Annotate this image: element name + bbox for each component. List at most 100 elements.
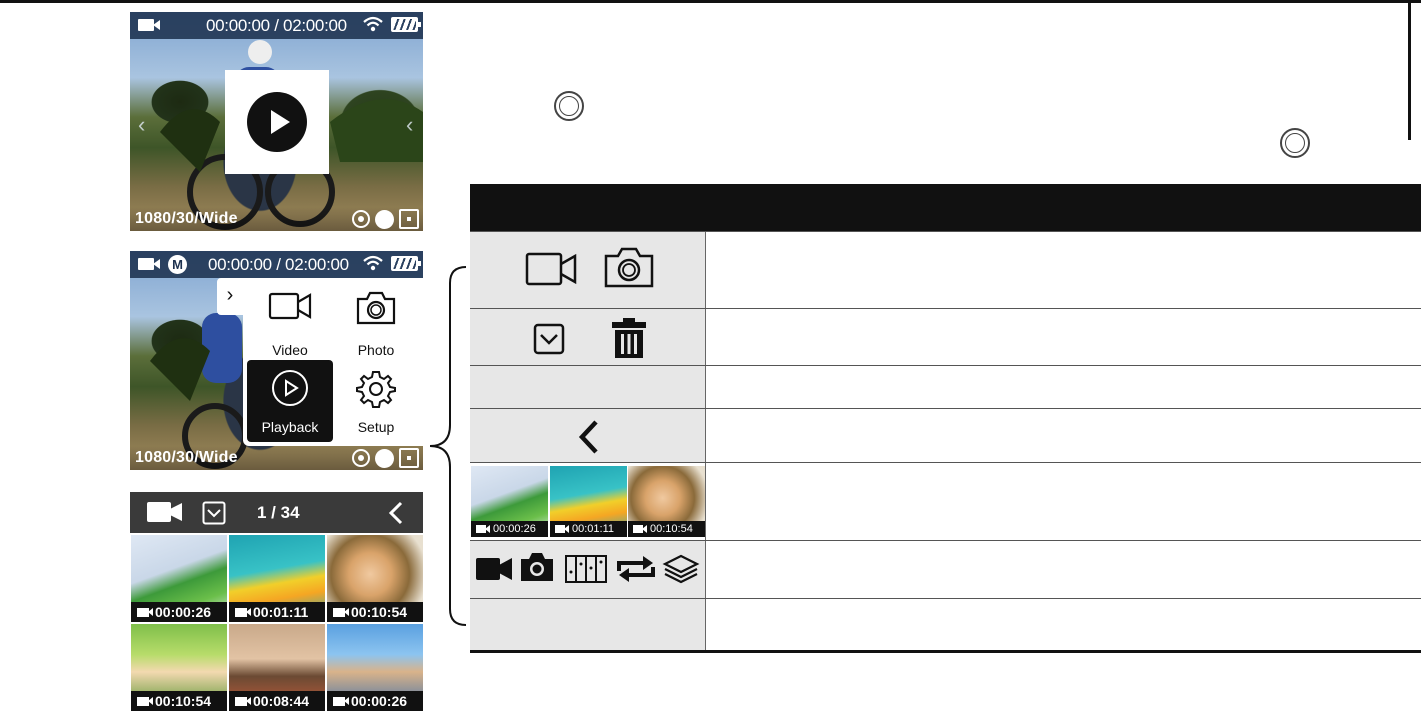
play-icon: [247, 92, 307, 152]
table-description: [706, 366, 1421, 409]
mode-menu: Video Photo Playback Setup: [243, 278, 423, 446]
layers-icon: [662, 554, 700, 584]
dial-button-marker-icon: [1280, 128, 1310, 158]
thumbnail-duration: 00:08:44: [229, 691, 325, 711]
menu-item-label: Setup: [357, 419, 395, 435]
video-filter-icon[interactable]: [146, 500, 184, 524]
table-description: [706, 599, 1421, 651]
menu-item-label: Video: [272, 342, 308, 358]
menu-item-playback[interactable]: Playback: [247, 360, 333, 442]
menu-item-photo[interactable]: Photo: [333, 283, 419, 365]
gallery-thumbnail[interactable]: 00:10:54: [327, 535, 423, 622]
table-row: 00:00:26 00:01:11 00:10:54: [470, 462, 1421, 541]
photo-filled-icon: [521, 553, 553, 581]
back-chevron-icon[interactable]: [388, 501, 404, 525]
video-settings-label: 1080/30/Wide: [135, 210, 238, 227]
metering-icon[interactable]: [375, 448, 394, 468]
gallery-thumbnail[interactable]: 00:00:26: [327, 624, 423, 711]
video-mode-icon: [138, 258, 160, 270]
side-rule: [1408, 0, 1411, 140]
battery-icon: [391, 17, 421, 32]
gear-icon: [356, 371, 396, 408]
table-bottom-rule: [470, 650, 1421, 653]
gallery-thumbnail[interactable]: 00:08:44: [229, 624, 325, 711]
table-row: [470, 231, 1421, 309]
info-bar: 1080/30/Wide: [130, 446, 423, 470]
table-icon-cell: [470, 599, 706, 651]
loop-icon: [617, 556, 655, 582]
thumbnail-duration: 00:00:26: [327, 691, 423, 711]
thumbnail-duration: 00:00:26: [131, 602, 227, 622]
status-bar: M 00:00:00 / 02:00:00: [130, 251, 423, 278]
table-icon-cell: [470, 309, 706, 366]
file-counter: 1 / 34: [257, 503, 300, 522]
table-header: [470, 184, 1421, 231]
table-row: [470, 408, 1421, 463]
video-icon: [268, 292, 312, 320]
table-description: [706, 541, 1421, 599]
sample-thumbnail: 00:01:11: [550, 466, 627, 537]
table-icon-cell: [470, 541, 706, 599]
zoom-icon[interactable]: [352, 449, 370, 467]
status-bar: 00:00:00 / 02:00:00: [130, 12, 423, 39]
gallery-thumbnail[interactable]: 00:10:54: [131, 624, 227, 711]
camera-screen-playback-preview: 00:00:00 / 02:00:00 ‹ ‹ 1080/30/Wide: [130, 12, 423, 231]
zoom-icon[interactable]: [352, 210, 370, 228]
info-bar: 1080/30/Wide: [130, 207, 423, 231]
prev-chevron-icon[interactable]: ‹: [138, 112, 145, 138]
thumbnail-duration: 00:01:11: [550, 521, 627, 537]
burst-icon: [565, 555, 607, 583]
wifi-icon: [363, 255, 383, 271]
focus-frame-icon[interactable]: [399, 448, 419, 468]
menu-collapse-tab[interactable]: ›: [217, 278, 243, 315]
thumbnail-duration: 00:00:26: [471, 521, 548, 537]
menu-item-video[interactable]: Video: [247, 283, 333, 365]
camera-screen-mode-menu: M 00:00:00 / 02:00:00 › Video Photo Play…: [130, 251, 423, 470]
trash-icon: [612, 318, 646, 358]
table-description: [706, 463, 1421, 541]
thumbnail-duration: 00:01:11: [229, 602, 325, 622]
top-rule: [0, 0, 1421, 3]
menu-item-setup[interactable]: Setup: [333, 360, 419, 442]
thumbnail-duration: 00:10:54: [628, 521, 705, 537]
select-checkbox-icon: [533, 323, 565, 355]
video-settings-label: 1080/30/Wide: [135, 449, 238, 466]
table-row: [470, 598, 1421, 651]
table-row: [470, 540, 1421, 599]
sample-thumbnail: 00:00:26: [471, 466, 548, 537]
video-outline-icon: [525, 252, 577, 286]
wifi-icon: [363, 16, 383, 32]
gallery-toolbar: 1 / 34: [130, 492, 423, 533]
dial-button-marker-icon: [554, 91, 584, 121]
recording-time: 00:00:00 / 02:00:00: [208, 255, 349, 274]
menu-item-label: Photo: [357, 342, 395, 358]
focus-frame-icon[interactable]: [399, 209, 419, 229]
manual-mode-badge: M: [168, 255, 187, 274]
table-description: [706, 309, 1421, 366]
table-icon-cell: [470, 232, 706, 309]
select-checkbox-icon[interactable]: [202, 501, 226, 525]
play-button[interactable]: [225, 70, 329, 174]
table-description: [706, 232, 1421, 309]
thumbnail-duration: 00:10:54: [131, 691, 227, 711]
table-row: [470, 308, 1421, 366]
metering-icon[interactable]: [375, 209, 394, 229]
menu-item-label: Playback: [261, 419, 319, 435]
playback-icon: [272, 370, 308, 406]
video-mode-icon: [138, 19, 160, 31]
playback-gallery-screen: 1 / 34 00:00:26 00:01:11 00:10:54 00:10:…: [130, 492, 423, 712]
video-filled-icon: [476, 558, 512, 580]
table-icon-cell: [470, 366, 706, 409]
photo-outline-icon: [604, 247, 654, 288]
sample-thumbnail: 00:10:54: [628, 466, 705, 537]
table-row: [470, 365, 1421, 409]
gallery-thumbnail[interactable]: 00:01:11: [229, 535, 325, 622]
gallery-thumbnail[interactable]: 00:00:26: [131, 535, 227, 622]
thumbnail-duration: 00:10:54: [327, 602, 423, 622]
battery-icon: [391, 256, 421, 271]
table-description: [706, 409, 1421, 463]
recording-time: 00:00:00 / 02:00:00: [206, 16, 347, 35]
next-chevron-icon[interactable]: ‹: [406, 112, 413, 138]
table-icon-cell: [470, 409, 706, 463]
photo-icon: [356, 291, 396, 325]
